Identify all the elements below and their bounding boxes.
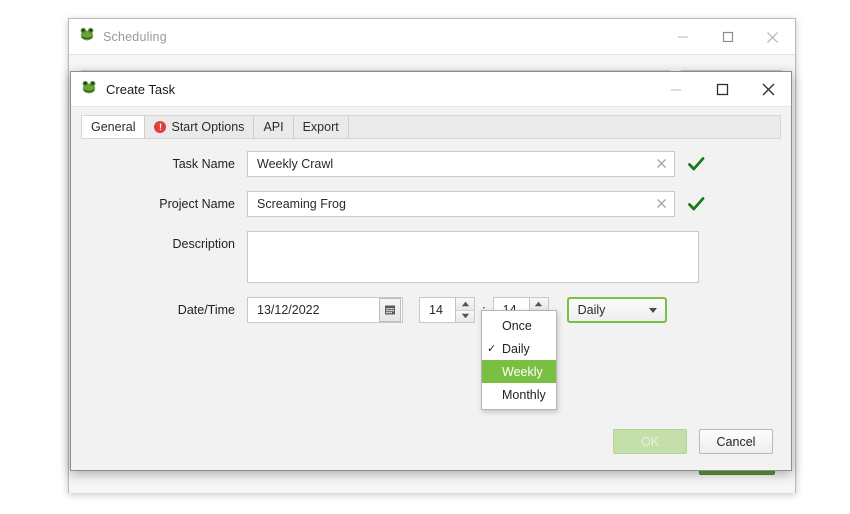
minimize-icon[interactable] <box>653 72 699 107</box>
task-name-input[interactable]: Weekly Crawl <box>247 151 675 177</box>
frequency-dropdown-menu: Once ✓ Daily Weekly Monthly <box>481 310 557 410</box>
dialog-title: Create Task <box>106 81 176 97</box>
dialog-footer: OK Cancel <box>613 429 773 454</box>
tab-start-options-label: Start Options <box>171 120 245 134</box>
hour-stepper[interactable]: 14 <box>419 297 475 323</box>
maximize-icon[interactable] <box>705 19 750 55</box>
dropdown-option-monthly[interactable]: Monthly <box>482 383 556 406</box>
screen: Scheduling Search A <box>0 0 850 514</box>
description-field-wrap <box>247 231 699 283</box>
dialog-titlebar: Create Task <box>71 72 791 107</box>
date-value: 13/12/2022 <box>257 303 320 317</box>
tab-export-label: Export <box>302 120 339 134</box>
selected-check-icon: ✓ <box>487 343 497 355</box>
tab-export[interactable]: Export <box>293 116 349 138</box>
scheduling-title: Scheduling <box>103 29 167 44</box>
close-icon[interactable] <box>745 72 791 107</box>
task-name-label: Task Name <box>172 157 235 171</box>
project-name-value: Screaming Frog <box>257 197 346 211</box>
dropdown-option-once[interactable]: Once <box>482 314 556 337</box>
clear-x-icon[interactable] <box>653 158 670 171</box>
calendar-icon[interactable] <box>379 298 401 322</box>
dialog-window-controls <box>653 72 791 107</box>
chevron-down-icon <box>648 307 657 313</box>
task-name-row: Task Name Weekly Crawl <box>71 151 791 177</box>
task-name-value: Weekly Crawl <box>257 157 334 171</box>
hour-value: 14 <box>429 303 443 317</box>
general-tab-form: Task Name Weekly Crawl Project Name Scre… <box>71 151 791 337</box>
scheduling-titlebar: Scheduling <box>69 19 795 55</box>
dropdown-option-weekly[interactable]: Weekly <box>482 360 556 383</box>
minimize-icon[interactable] <box>660 19 705 55</box>
project-name-input[interactable]: Screaming Frog <box>247 191 675 217</box>
tab-general[interactable]: General <box>82 116 146 138</box>
tab-strip: General ! Start Options API Export <box>81 115 781 139</box>
error-exclamation-icon: ! <box>154 121 167 133</box>
date-input[interactable]: 13/12/2022 <box>247 297 403 323</box>
frequency-selected-value: Daily <box>577 303 606 317</box>
datetime-row: Date/Time 13/12/2022 14 Daily <box>71 297 791 323</box>
description-input[interactable] <box>247 231 699 283</box>
cancel-button[interactable]: Cancel <box>699 429 773 454</box>
dropdown-option-once-label: Once <box>502 318 532 333</box>
dropdown-option-daily[interactable]: ✓ Daily <box>482 337 556 360</box>
project-name-field-wrap: Screaming Frog <box>247 191 705 217</box>
tab-api[interactable]: API <box>254 116 294 138</box>
description-row: Description <box>71 231 791 283</box>
description-label: Description <box>172 237 235 251</box>
datetime-label: Date/Time <box>177 303 235 317</box>
dropdown-option-daily-label: Daily <box>502 341 530 356</box>
green-check-icon <box>688 196 705 212</box>
dropdown-option-weekly-label: Weekly <box>502 364 543 379</box>
project-name-row: Project Name Screaming Frog <box>71 191 791 217</box>
task-name-field-wrap: Weekly Crawl <box>247 151 705 177</box>
minute-increment-icon[interactable] <box>528 298 548 311</box>
frog-logo-icon <box>79 26 95 47</box>
tab-general-label: General <box>91 120 136 134</box>
green-check-icon <box>688 156 705 172</box>
dialog-body: General ! Start Options API Export Task … <box>71 107 791 470</box>
project-name-label: Project Name <box>159 197 235 211</box>
close-icon[interactable] <box>750 19 795 55</box>
create-task-dialog: Create Task General ! Start Options API … <box>70 71 792 471</box>
tab-start-options[interactable]: ! Start Options <box>145 116 255 138</box>
scheduling-window-controls <box>660 19 795 55</box>
tab-api-label: API <box>263 120 284 134</box>
hour-stepper-buttons <box>455 298 474 322</box>
ok-button[interactable]: OK <box>613 429 687 454</box>
hour-increment-icon[interactable] <box>455 298 474 311</box>
maximize-icon[interactable] <box>699 72 745 107</box>
frog-logo-icon <box>81 79 97 100</box>
hour-decrement-icon[interactable] <box>455 310 474 322</box>
datetime-field-wrap: 13/12/2022 14 Daily <box>247 297 667 323</box>
clear-x-icon[interactable] <box>653 198 670 211</box>
dropdown-option-monthly-label: Monthly <box>502 387 546 402</box>
frequency-select[interactable]: Daily <box>566 297 667 323</box>
